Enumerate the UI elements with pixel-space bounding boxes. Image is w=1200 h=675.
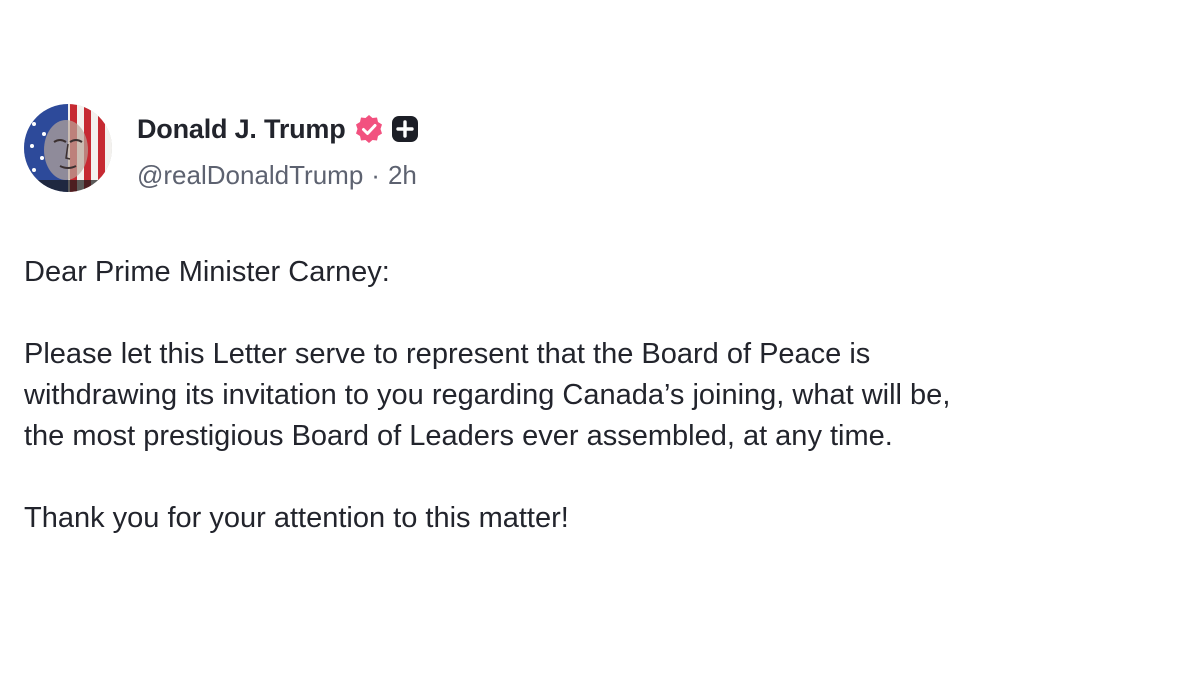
avatar-flag-portrait-icon xyxy=(24,104,112,192)
post-header: Donald J. Trump @realDonaldTrump · 2h xyxy=(24,104,419,196)
post-closing: Thank you for your attention to this mat… xyxy=(24,502,569,534)
author-info: Donald J. Trump @realDonaldTrump · 2h xyxy=(137,104,419,191)
name-row: Donald J. Trump xyxy=(137,112,419,146)
post-line-3: the most prestigious Board of Leaders ev… xyxy=(24,420,893,452)
avatar[interactable] xyxy=(24,104,112,192)
author-handle[interactable]: @realDonaldTrump xyxy=(137,160,363,191)
plus-badge-icon xyxy=(391,115,419,143)
post-meta: @realDonaldTrump · 2h xyxy=(137,160,419,191)
author-display-name[interactable]: Donald J. Trump xyxy=(137,114,346,145)
verified-check-icon xyxy=(354,114,384,144)
post-paragraph: Please let this Letter serve to represen… xyxy=(24,334,1184,457)
post-timestamp[interactable]: 2h xyxy=(388,160,417,191)
post-body: Dear Prime Minister Carney: Please let t… xyxy=(24,252,1184,580)
post-card: Donald J. Trump @realDonaldTrump · 2h De… xyxy=(0,0,1200,675)
post-line-1: Please let this Letter serve to represen… xyxy=(24,338,871,370)
meta-separator: · xyxy=(371,160,380,190)
post-greeting: Dear Prime Minister Carney: xyxy=(24,256,390,288)
post-line-2: withdrawing its invitation to you regard… xyxy=(24,379,951,411)
